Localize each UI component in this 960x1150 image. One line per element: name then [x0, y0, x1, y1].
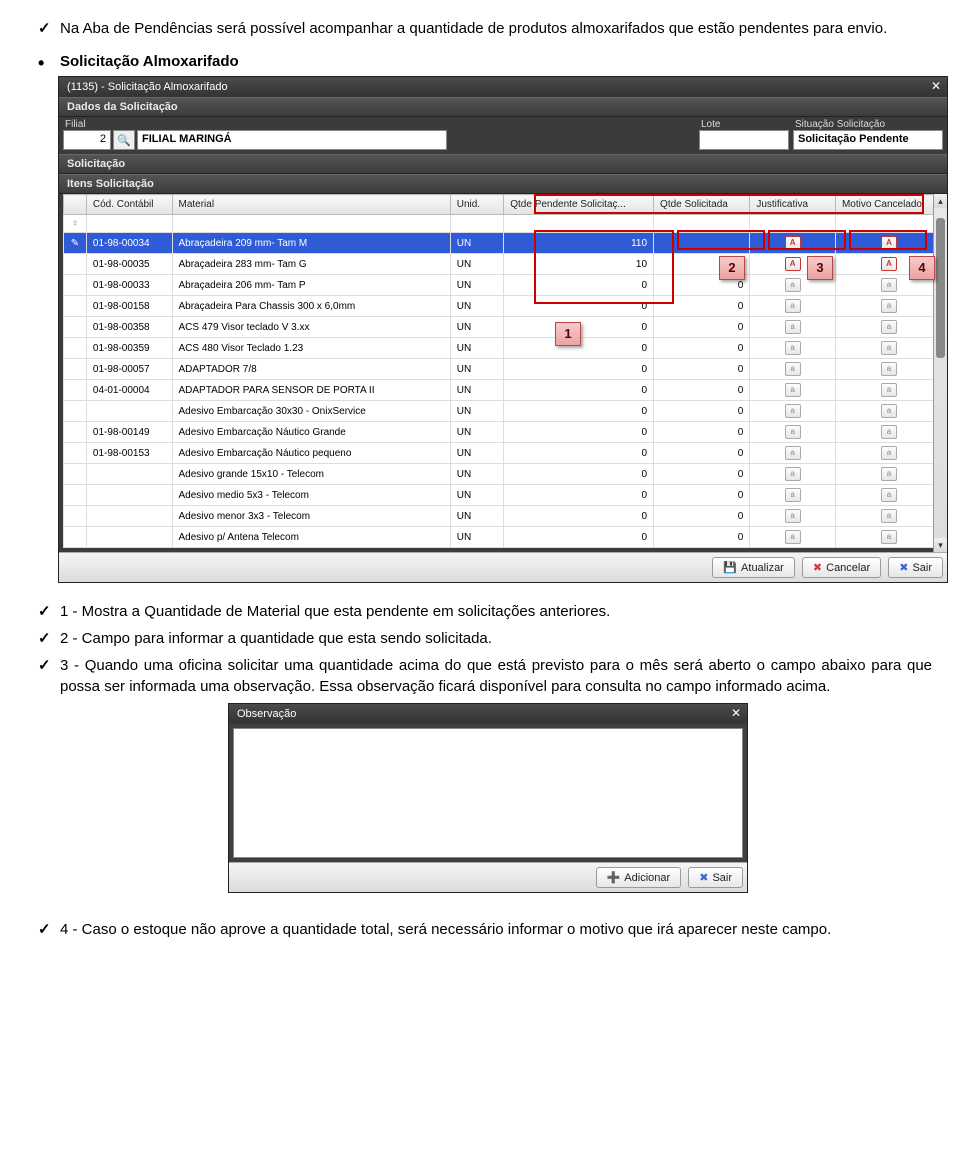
filial-name-field[interactable]: FILIAL MARINGÁ [137, 130, 447, 150]
col-qtdepend[interactable]: Qtde Pendente Solicitaç... [504, 195, 654, 215]
close-icon[interactable]: ✕ [731, 706, 741, 720]
observacao-window: Observação ✕ ➕Adicionar ✖Sair [228, 703, 748, 893]
table-row[interactable]: Adesivo grande 15x10 - TelecomUN00aa [64, 464, 943, 485]
note-3: 3 - Quando uma oficina solicitar uma qua… [28, 655, 932, 697]
grid-wrap: Cód. Contábil Material Unid. Qtde Penden… [59, 194, 947, 552]
solicitacao-label: Solicitação [59, 154, 947, 174]
sair-button[interactable]: ✖Sair [888, 557, 943, 578]
col-motivo[interactable]: Motivo Cancelado [835, 195, 942, 215]
filial-label: Filial [63, 119, 447, 130]
observacao-textarea[interactable] [233, 728, 743, 858]
table-row[interactable]: Adesivo menor 3x3 - TelecomUN00aa [64, 506, 943, 527]
col-justif[interactable]: Justificativa [750, 195, 836, 215]
search-icon[interactable]: 🔍 [113, 130, 135, 150]
table-row[interactable]: ✎01-98-00034Abraçadeira 209 mm- Tam MUN1… [64, 233, 943, 254]
col-unid[interactable]: Unid. [450, 195, 504, 215]
close-icon[interactable]: ✕ [931, 79, 941, 93]
callout-2: 2 [719, 256, 745, 280]
intro-text: Na Aba de Pendências será possível acomp… [60, 20, 887, 37]
scroll-down-icon[interactable]: ▾ [934, 538, 947, 552]
window-title: (1135) - Solicitação Almoxarifado [67, 81, 228, 93]
situacao-label: Situação Solicitação [793, 119, 943, 130]
table-row[interactable]: 01-98-00358ACS 479 Visor teclado V 3.xxU… [64, 317, 943, 338]
dados-label: Dados da Solicitação [59, 97, 947, 117]
table-row[interactable]: 01-98-00149Adesivo Embarcação Náutico Gr… [64, 422, 943, 443]
scroll-up-icon[interactable]: ▴ [934, 194, 947, 208]
filter-row[interactable]: ♀ [64, 215, 943, 233]
obs-titlebar: Observação ✕ [229, 704, 747, 724]
lote-field[interactable] [699, 130, 789, 150]
note-2: 2 - Campo para informar a quantidade que… [28, 628, 932, 649]
table-row[interactable]: 01-98-00359ACS 480 Visor Teclado 1.23UN0… [64, 338, 943, 359]
save-icon: 💾 [723, 561, 737, 574]
cancel-icon: ✖ [813, 561, 822, 574]
table-row[interactable]: 01-98-00057ADAPTADOR 7/8UN00aa [64, 359, 943, 380]
solicitacao-window: (1135) - Solicitação Almoxarifado ✕ Dado… [58, 76, 948, 583]
cancelar-button[interactable]: ✖Cancelar [802, 557, 881, 578]
filial-row: Filial 2 🔍 FILIAL MARINGÁ Lote Situação … [59, 117, 947, 154]
callout-1: 1 [555, 322, 581, 346]
section-heading: Solicitação Almoxarifado [28, 53, 932, 70]
obs-title: Observação [237, 708, 296, 720]
items-grid[interactable]: Cód. Contábil Material Unid. Qtde Penden… [63, 194, 943, 548]
col-cod[interactable]: Cód. Contábil [86, 195, 172, 215]
itens-label: Itens Solicitação [59, 174, 947, 194]
note-1: 1 - Mostra a Quantidade de Material que … [28, 601, 932, 622]
add-icon: ➕ [607, 871, 621, 884]
table-row[interactable]: Adesivo medio 5x3 - TelecomUN00aa [64, 485, 943, 506]
situacao-field: Solicitação Pendente [793, 130, 943, 150]
atualizar-button[interactable]: 💾Atualizar [712, 557, 795, 578]
sair-button[interactable]: ✖Sair [688, 867, 743, 888]
col-qtdesol[interactable]: Qtde Solicitada [654, 195, 750, 215]
scroll-thumb[interactable] [936, 218, 945, 358]
grid-scrollbar[interactable]: ▴ ▾ [933, 194, 947, 552]
intro-note: Na Aba de Pendências será possível acomp… [28, 18, 932, 39]
table-row[interactable]: Adesivo Embarcação 30x30 - OnixServiceUN… [64, 401, 943, 422]
col-material[interactable]: Material [172, 195, 450, 215]
window-titlebar: (1135) - Solicitação Almoxarifado ✕ [59, 77, 947, 97]
callout-4: 4 [909, 256, 935, 280]
note-4: 4 - Caso o estoque não aprove a quantida… [28, 919, 932, 940]
table-row[interactable]: Adesivo p/ Antena TelecomUN00aa [64, 527, 943, 548]
exit-icon: ✖ [699, 871, 708, 884]
table-row[interactable]: 01-98-00153Adesivo Embarcação Náutico pe… [64, 443, 943, 464]
adicionar-button[interactable]: ➕Adicionar [596, 867, 682, 888]
filial-id-field[interactable]: 2 [63, 130, 111, 150]
lote-label: Lote [699, 119, 789, 130]
table-row[interactable]: 01-98-00158Abraçadeira Para Chassis 300 … [64, 296, 943, 317]
callout-3: 3 [807, 256, 833, 280]
window2-button-bar: ➕Adicionar ✖Sair [229, 862, 747, 892]
table-row[interactable]: 04-01-00004ADAPTADOR PARA SENSOR DE PORT… [64, 380, 943, 401]
window1-button-bar: 💾Atualizar ✖Cancelar ✖Sair [59, 552, 947, 582]
exit-icon: ✖ [899, 561, 908, 574]
